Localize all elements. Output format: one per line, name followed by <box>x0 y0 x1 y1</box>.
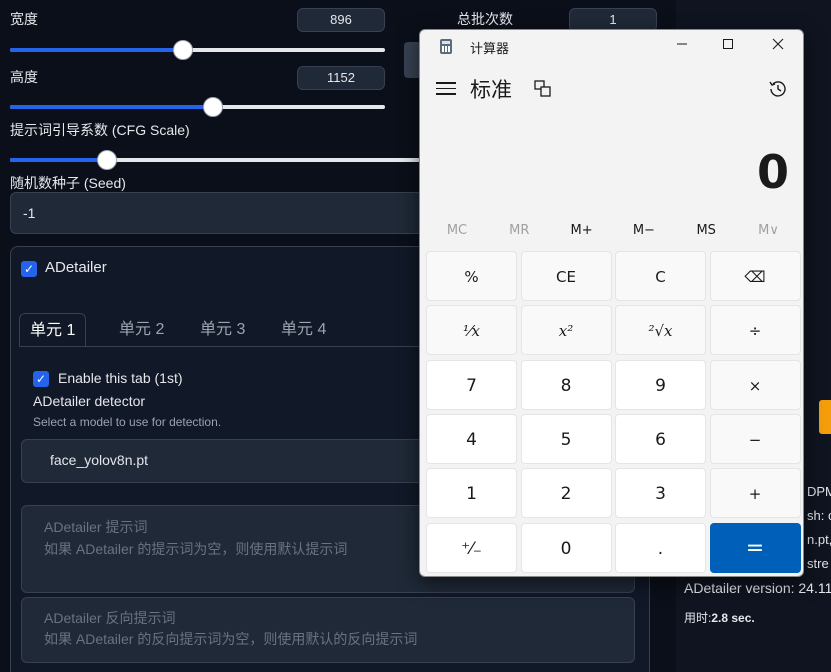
calculator-window: 计算器 标准 0 MC MR M+ M− MS M∨ % CE C ⌫ ¹⁄x x² ²√x ÷ 7 8 9 ×… <box>419 29 804 577</box>
square-root-button[interactable]: ²√x <box>615 305 706 356</box>
decimal-button[interactable]: . <box>615 522 706 573</box>
detector-hint: Select a model to use for detection. <box>33 415 222 429</box>
adetailer-title: ADetailer <box>45 259 107 276</box>
seed-input[interactable]: -1 <box>10 192 430 234</box>
height-label: 高度 <box>10 69 38 85</box>
adetailer-negative-prompt-textarea[interactable]: ADetailer 反向提示词 如果 ADetailer 的反向提示词为空，则使… <box>21 597 635 663</box>
digit-0-button[interactable]: 0 <box>520 522 612 573</box>
tab-unit-3[interactable]: 单元 3 <box>190 313 255 347</box>
memory-store-button[interactable]: MS <box>675 218 737 244</box>
equals-button[interactable]: = <box>709 522 801 573</box>
height-slider[interactable] <box>10 97 385 117</box>
output-info-line-2: sh: c <box>807 508 831 523</box>
digit-6-button[interactable]: 6 <box>615 413 706 464</box>
maximize-icon <box>723 39 733 49</box>
width-input[interactable]: 896 <box>297 8 385 32</box>
tab-unit-4[interactable]: 单元 4 <box>271 313 336 347</box>
output-info-line-4: stre <box>807 556 829 571</box>
close-icon <box>772 38 784 50</box>
subtract-button[interactable]: − <box>709 413 801 464</box>
calculator-app-icon <box>440 39 452 54</box>
cfg-scale-label: 提示词引导系数 (CFG Scale) <box>10 122 190 138</box>
tab-unit-2[interactable]: 单元 2 <box>109 313 174 347</box>
adetailer-checkbox[interactable]: ✓ <box>21 261 37 277</box>
seed-label: 随机数种子 (Seed) <box>10 175 126 191</box>
keypad: % CE C ⌫ ¹⁄x x² ²√x ÷ 7 8 9 × 4 5 6− 1 2 3 + ⁺⁄₋ 0. = <box>426 251 801 573</box>
elapsed-time: 用时:2.8 sec. <box>684 609 755 626</box>
calculator-window-title: 计算器 <box>470 42 510 57</box>
tab-unit-1[interactable]: 单元 1 <box>19 313 87 347</box>
calculator-mode-title: 标准 <box>470 78 512 102</box>
adetailer-negative-prompt-label: ADetailer 反向提示词 <box>44 610 176 626</box>
hamburger-menu-icon[interactable] <box>436 78 456 98</box>
memory-add-button[interactable]: M+ <box>551 218 613 244</box>
batch-count-label: 总批次数 <box>457 11 513 27</box>
negate-button[interactable]: ⁺⁄₋ <box>426 522 517 573</box>
cfg-scale-slider-fill <box>10 158 107 162</box>
memory-subtract-button[interactable]: M− <box>613 218 675 244</box>
detector-label: ADetailer detector <box>33 393 146 409</box>
adetailer-version: ADetailer version: 24.11. <box>684 580 831 596</box>
digit-8-button[interactable]: 8 <box>520 359 612 410</box>
height-slider-fill <box>10 105 213 109</box>
add-button[interactable]: + <box>709 468 801 519</box>
digit-5-button[interactable]: 5 <box>520 413 612 464</box>
minimize-button[interactable] <box>659 30 705 62</box>
detector-dropdown-value: face_yolov8n.pt <box>50 452 149 468</box>
divide-button[interactable]: ÷ <box>709 305 801 356</box>
cfg-scale-slider[interactable] <box>10 150 430 170</box>
history-icon[interactable] <box>767 78 789 100</box>
adetailer-prompt-placeholder: 如果 ADetailer 的提示词为空，则使用默认提示词 <box>44 541 348 557</box>
adetailer-negative-prompt-placeholder: 如果 ADetailer 的反向提示词为空，则使用默认的反向提示词 <box>44 631 418 647</box>
memory-row: MC MR M+ M− MS M∨ <box>426 218 800 244</box>
elapsed-time-value: 2.8 sec. <box>711 611 755 625</box>
clear-entry-button[interactable]: CE <box>520 251 612 301</box>
calculator-display: 0 <box>756 145 789 199</box>
digit-7-button[interactable]: 7 <box>426 359 517 410</box>
height-slider-thumb[interactable] <box>202 97 223 117</box>
memory-recall-button[interactable]: MR <box>488 218 550 244</box>
width-slider[interactable] <box>10 40 385 60</box>
clear-button[interactable]: C <box>615 251 706 301</box>
enable-tab-checkbox[interactable]: ✓ <box>33 371 49 387</box>
width-slider-fill <box>10 48 183 52</box>
width-slider-thumb[interactable] <box>172 40 193 60</box>
output-info-line-1: DPM <box>807 484 831 499</box>
square-button[interactable]: x² <box>520 305 612 356</box>
orange-tab-marker <box>819 400 831 434</box>
digit-4-button[interactable]: 4 <box>426 413 517 464</box>
maximize-button[interactable] <box>705 30 751 62</box>
digit-1-button[interactable]: 1 <box>426 468 517 519</box>
width-label: 宽度 <box>10 11 38 27</box>
memory-clear-button[interactable]: MC <box>426 218 488 244</box>
adetailer-prompt-label: ADetailer 提示词 <box>44 519 148 535</box>
memory-list-button[interactable]: M∨ <box>738 218 800 244</box>
keep-on-top-icon[interactable] <box>534 80 552 98</box>
elapsed-time-label: 用时: <box>684 611 712 625</box>
calculator-titlebar[interactable]: 计算器 <box>420 30 803 62</box>
backspace-button[interactable]: ⌫ <box>709 251 801 301</box>
reciprocal-button[interactable]: ¹⁄x <box>426 305 517 356</box>
enable-tab-label: Enable this tab (1st) <box>58 370 183 386</box>
close-button[interactable] <box>755 30 801 62</box>
height-input[interactable]: 1152 <box>297 66 385 90</box>
digit-9-button[interactable]: 9 <box>615 359 706 410</box>
cfg-scale-slider-thumb[interactable] <box>96 150 117 170</box>
output-info-line-3: n.pt, <box>807 532 831 547</box>
digit-3-button[interactable]: 3 <box>615 468 706 519</box>
minimize-icon <box>677 43 687 45</box>
detector-dropdown[interactable]: face_yolov8n.pt <box>21 439 435 483</box>
multiply-button[interactable]: × <box>709 359 801 410</box>
digit-2-button[interactable]: 2 <box>520 468 612 519</box>
percent-button[interactable]: % <box>426 251 517 301</box>
